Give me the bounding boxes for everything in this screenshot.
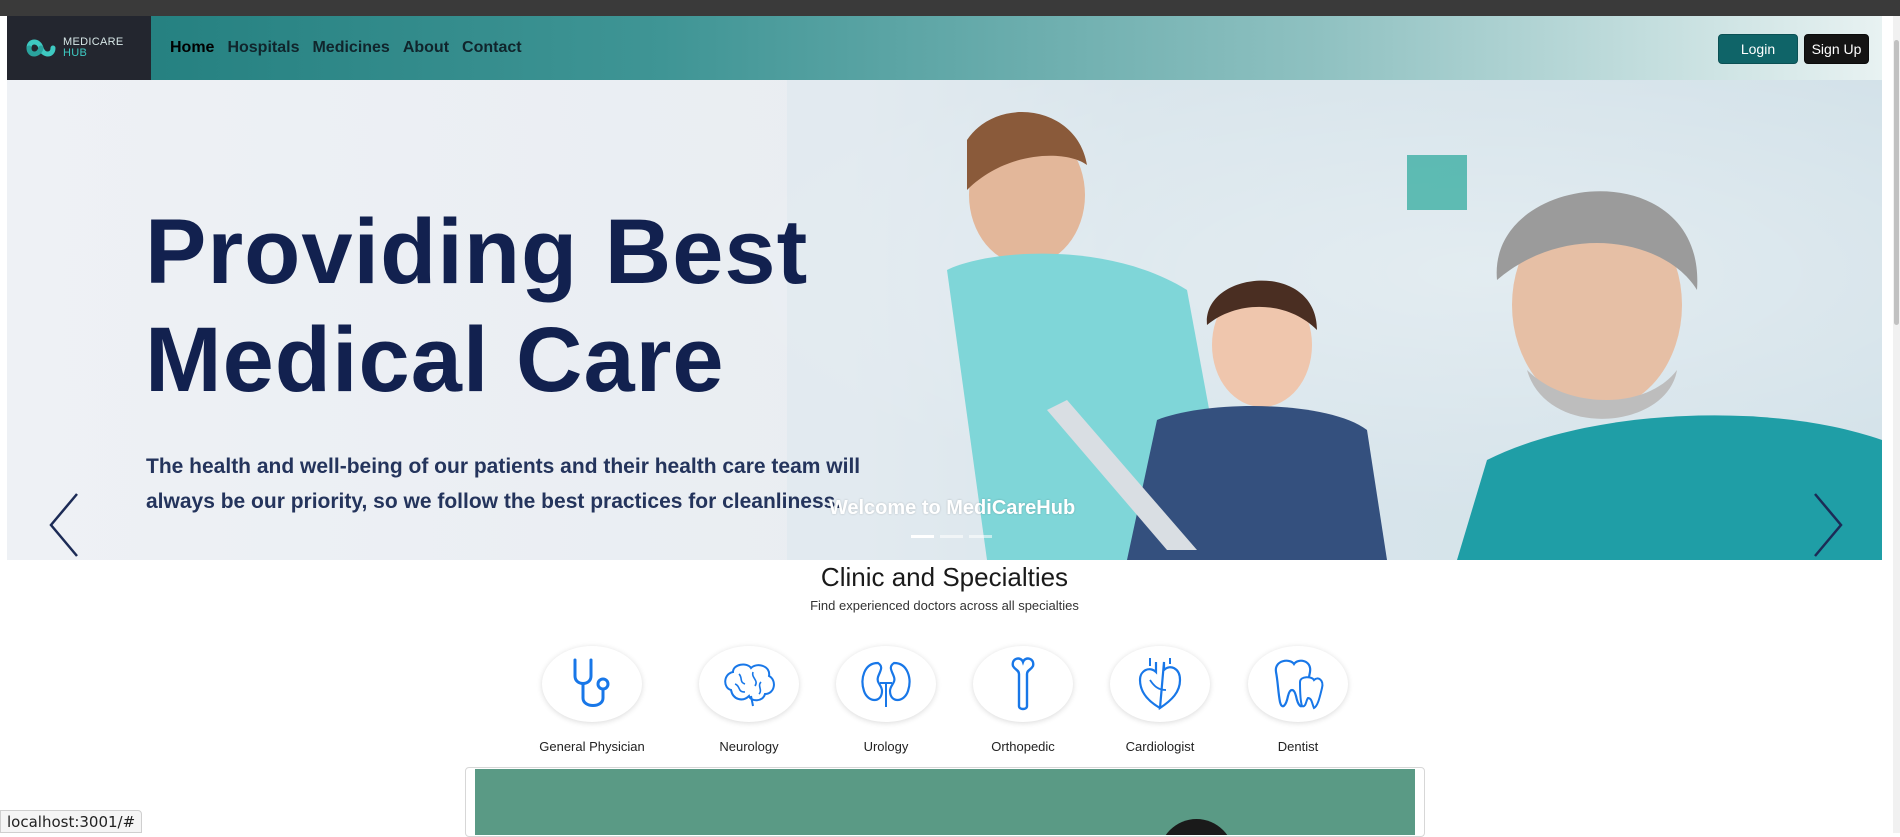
- nav-links: Home Hospitals Medicines About Contact: [170, 16, 522, 80]
- specialty-label: Orthopedic: [991, 739, 1055, 754]
- specialty-icon-circle: [1110, 646, 1210, 722]
- carousel-indicators: [911, 535, 992, 538]
- hero-title-line2: Medical Care: [145, 309, 725, 411]
- brand-logo[interactable]: MEDICARE HUB: [7, 16, 151, 80]
- hero-title: Providing Best Medical Care: [145, 198, 1005, 414]
- nav-link-hospitals[interactable]: Hospitals: [227, 39, 299, 57]
- specialty-urology[interactable]: Urology: [816, 646, 956, 754]
- nav-link-contact[interactable]: Contact: [462, 39, 522, 57]
- specialty-dentist[interactable]: Dentist: [1228, 646, 1368, 754]
- specialty-icon-circle: [973, 646, 1073, 722]
- specialties-subtitle: Find experienced doctors across all spec…: [810, 598, 1079, 613]
- logo-mark-icon: [26, 39, 56, 57]
- specialty-icon-circle: [542, 646, 642, 722]
- stethoscope-icon: [573, 658, 610, 707]
- hero-subtitle-line1: The health and well-being of our patient…: [146, 455, 861, 478]
- carousel-prev-arrow-icon[interactable]: [45, 490, 85, 560]
- logo-text-line2: HUB: [63, 47, 88, 59]
- navbar: MEDICARE HUB Home Hospitals Medicines Ab…: [7, 16, 1882, 80]
- hero-carousel: Providing Best Medical Care The health a…: [7, 80, 1882, 560]
- nav-link-home[interactable]: Home: [170, 39, 214, 57]
- specialty-label: Dentist: [1277, 739, 1319, 754]
- heart-icon: [1138, 658, 1182, 711]
- specialty-label: Urology: [863, 739, 909, 754]
- bone-icon: [1011, 657, 1035, 711]
- nav-link-about[interactable]: About: [403, 39, 449, 57]
- brain-icon: [724, 663, 775, 707]
- carousel-indicator-1[interactable]: [911, 535, 934, 538]
- nav-link-medicines[interactable]: Medicines: [312, 39, 389, 57]
- specialty-label: Cardiologist: [1125, 739, 1195, 754]
- featured-card: [465, 767, 1425, 837]
- specialty-icon-circle: [836, 646, 936, 722]
- carousel-indicator-3[interactable]: [969, 535, 992, 538]
- specialty-cardiologist[interactable]: Cardiologist: [1090, 646, 1230, 754]
- specialty-neurology[interactable]: Neurology: [679, 646, 819, 754]
- specialties-title: Clinic and Specialties: [820, 562, 1069, 592]
- specialty-orthopedic[interactable]: Orthopedic: [953, 646, 1093, 754]
- specialty-icon-circle: [1248, 646, 1348, 722]
- logo-text: MEDICARE HUB: [63, 37, 123, 59]
- specialty-icon-circle: [699, 646, 799, 722]
- signup-button[interactable]: Sign Up: [1804, 34, 1869, 64]
- featured-card-image: [475, 769, 1415, 835]
- tooth-icon: [1274, 659, 1324, 710]
- hero-title-line1: Providing Best: [145, 201, 809, 303]
- specialty-label: Neurology: [719, 739, 779, 754]
- carousel-caption: Welcome to MediCareHub: [828, 497, 1076, 519]
- status-bar-url: localhost:3001/#: [0, 810, 143, 833]
- login-button[interactable]: Login: [1718, 34, 1798, 64]
- specialty-label: General Physician: [539, 739, 645, 754]
- browser-top-strip: [0, 0, 1900, 16]
- kidney-icon: [861, 661, 911, 707]
- page-scrollbar-thumb[interactable]: [1894, 40, 1899, 325]
- carousel-indicator-2[interactable]: [940, 535, 963, 538]
- carousel-next-arrow-icon[interactable]: [1807, 490, 1847, 560]
- specialty-general-physician[interactable]: General Physician: [522, 646, 662, 754]
